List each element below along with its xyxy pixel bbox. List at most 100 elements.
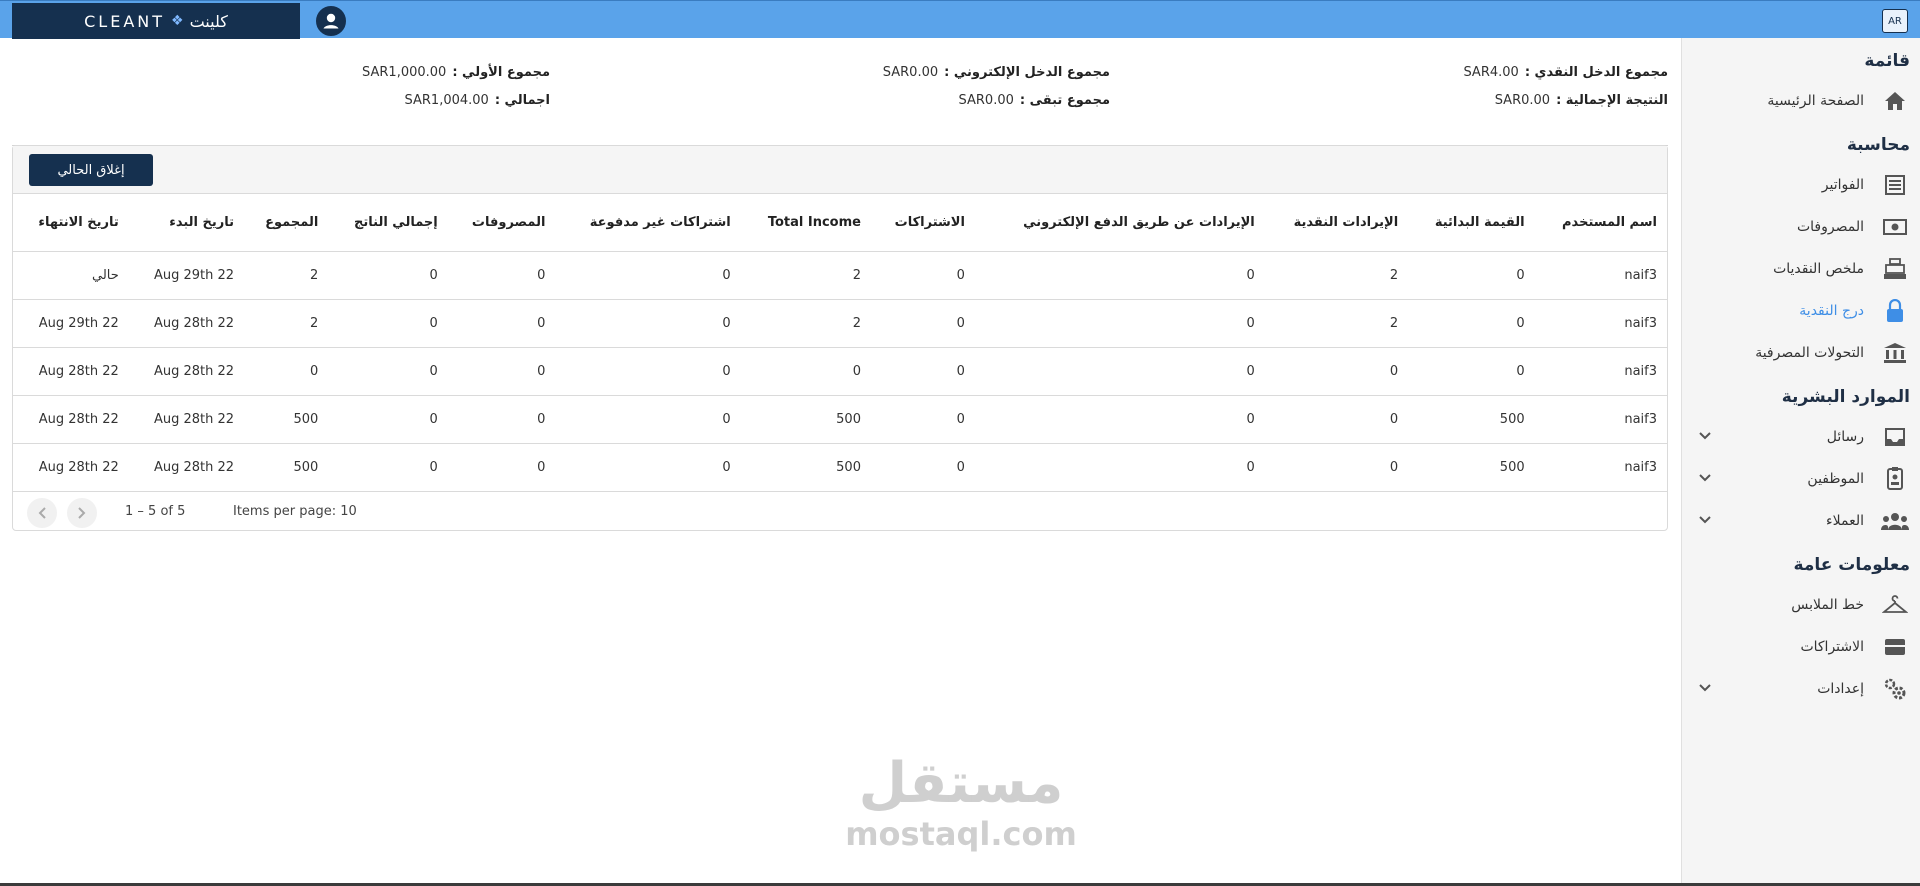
table-cell: 0	[447, 299, 556, 348]
table-cell: naif3	[1534, 395, 1667, 444]
table-cell: 0	[555, 299, 741, 348]
chevron-down-icon[interactable]	[1698, 681, 1712, 697]
table-cell: 0	[870, 443, 975, 492]
previous-page-button[interactable]	[27, 497, 57, 528]
page-range-label: 1 – 5 of 5	[125, 503, 186, 519]
logo-arabic: كلينت	[189, 11, 228, 31]
table-cell: naif3	[1534, 299, 1667, 348]
sidebar-item-label: ملخص النقديات	[1773, 261, 1864, 277]
table-row[interactable]: naif3 500 0 0 0 500 0 0 0 500 Aug 28th 22 Aug 28th …	[13, 395, 1667, 444]
column-header: تاريخ الانتهاء	[13, 194, 129, 252]
total-result-value: SAR0.00	[1494, 92, 1551, 108]
sidebar-item-employees[interactable]: الموظفين	[1682, 458, 1920, 500]
table-cell: Aug 29th 22	[128, 251, 245, 300]
section-title-menu: قائمة	[1864, 51, 1910, 71]
next-page-button[interactable]	[67, 497, 97, 528]
watermark-latin: mostaql.com	[845, 815, 1077, 853]
sidebar-item-clothing-line[interactable]: خط الملابس	[1682, 584, 1920, 626]
table-cell: 500	[244, 443, 329, 492]
sidebar-item-label: الصفحة الرئيسية	[1767, 93, 1864, 109]
table-cell: 0	[740, 347, 871, 396]
table-cell: 0	[328, 347, 448, 396]
group-icon	[1878, 511, 1912, 531]
top-bar: CLEANT ❖ كلينت AR	[0, 0, 1920, 39]
sidebar-item-label: العملاء	[1826, 513, 1864, 529]
table-cell: 0	[1408, 299, 1535, 348]
main-content: مجموع الدخل النقدي : SAR4.00 النتيجة الإ…	[0, 38, 1681, 883]
table-cell: 0	[447, 251, 556, 300]
chevron-down-icon[interactable]	[1698, 513, 1712, 529]
remaining-value: SAR0.00	[958, 92, 1014, 108]
sidebar-item-label: الفواتير	[1821, 177, 1864, 193]
table-cell: Aug 28th 22	[128, 299, 245, 348]
inbox-icon	[1878, 427, 1912, 447]
table-cell: Aug 28th 22	[128, 443, 245, 492]
table-cell: 0	[555, 395, 741, 444]
table-cell: 2	[1264, 299, 1409, 348]
column-header: المجموع	[244, 194, 329, 252]
sidebar-item-settings[interactable]: إعدادات	[1682, 668, 1920, 710]
table-cell: 0	[870, 251, 975, 300]
sidebar-item-expenses[interactable]: المصروفات	[1682, 206, 1920, 248]
sidebar: قائمة الصفحة الرئيسية محاسبة الفواتير ال…	[1681, 38, 1920, 883]
table-cell: 0	[974, 347, 1265, 396]
sidebar-item-label: رسائل	[1826, 429, 1864, 445]
sidebar-item-cash-summary[interactable]: ملخص النقديات	[1682, 248, 1920, 290]
logo-latin: CLEANT	[84, 11, 166, 31]
close-current-button[interactable]: إغلاق الحالي	[29, 154, 153, 186]
paginator: Items per page: 10 1 – 5 of 5	[13, 492, 1667, 532]
sidebar-item-subscriptions[interactable]: الاشتراكات	[1682, 626, 1920, 668]
table-cell: Aug 28th 22	[13, 443, 129, 492]
column-header: الإيرادات عن طريق الدفع الإلكتروني	[974, 194, 1265, 252]
sidebar-item-invoices[interactable]: الفواتير	[1682, 164, 1920, 206]
table-cell: Aug 28th 22	[128, 347, 245, 396]
cash-drawer-table-card: إغلاق الحالي اسم المستخدم القيمة البدائية…	[12, 145, 1668, 531]
table-cell: 2	[244, 299, 329, 348]
sidebar-item-label: خط الملابس	[1791, 597, 1864, 613]
items-per-page-select[interactable]: Items per page: 10	[233, 504, 357, 519]
sidebar-item-label: التحولات المصرفية	[1755, 345, 1864, 361]
table-cell: 500	[740, 443, 871, 492]
table-row[interactable]: naif3 500 0 0 0 500 0 0 0 500 Aug 28th 22 Aug 28th …	[13, 443, 1667, 492]
table-row[interactable]: naif3 0 0 0 0 0 0 0 0 0 Aug 28th 22 Aug 28th 22	[13, 347, 1667, 396]
table-cell: 0	[870, 347, 975, 396]
table-cell: 0	[1408, 347, 1535, 396]
invoice-icon	[1878, 174, 1912, 196]
chevron-right-icon	[78, 506, 86, 519]
logo-diamond-icon: ❖	[171, 13, 184, 29]
table-cell: Aug 29th 22	[13, 299, 129, 348]
sidebar-item-bank-transfers[interactable]: التحولات المصرفية	[1682, 332, 1920, 374]
sidebar-item-customers[interactable]: العملاء	[1682, 500, 1920, 542]
table-row[interactable]: naif3 0 2 0 0 2 0 0 0 2 Aug 28th 22 Aug 29th 22	[13, 299, 1667, 348]
table-cell: 0	[1264, 395, 1409, 444]
table-cell: 500	[244, 395, 329, 444]
table-body: naif3 0 2 0 0 2 0 0 0 2 Aug 29th 22 حالي naif3 0 2 0 0 2 0…	[13, 251, 1667, 492]
table-cell: 0	[974, 299, 1265, 348]
table-row[interactable]: naif3 0 2 0 0 2 0 0 0 2 Aug 29th 22 حالي	[13, 251, 1667, 300]
table-cell: 0	[328, 395, 448, 444]
cash-drawer-summary: مجموع الدخل النقدي : SAR4.00 النتيجة الإ…	[12, 58, 1668, 146]
electronic-income-value: SAR0.00	[882, 64, 939, 80]
sidebar-item-messages[interactable]: رسائل	[1682, 416, 1920, 458]
register-icon	[1878, 258, 1912, 280]
table-cell: 2	[740, 251, 871, 300]
profile-button[interactable]	[316, 6, 346, 36]
table-cell: naif3	[1534, 251, 1667, 300]
sidebar-item-cash-drawer[interactable]: درج النقدية	[1682, 290, 1920, 332]
summary-column-electronic: مجموع الدخل الإلكتروني : SAR0.00 مجموع ت…	[590, 58, 1110, 114]
summary-column-initial: مجموع الأولي : SAR1,000.00 اجمالي : SAR1…	[30, 58, 550, 114]
language-button[interactable]: AR	[1882, 9, 1908, 33]
table-cell: 0	[447, 395, 556, 444]
sidebar-item-home[interactable]: الصفحة الرئيسية	[1682, 80, 1920, 122]
grand-total-label: اجمالي :	[494, 92, 550, 108]
app-logo[interactable]: CLEANT ❖ كلينت	[12, 3, 300, 39]
table-cell: 0	[1408, 251, 1535, 300]
table-cell: 2	[740, 299, 871, 348]
chevron-down-icon[interactable]	[1698, 471, 1712, 487]
table-cell: 0	[870, 299, 975, 348]
total-result-label: النتيجة الإجمالية :	[1556, 92, 1668, 108]
chevron-down-icon[interactable]	[1698, 429, 1712, 445]
table-cell: Aug 28th 22	[13, 347, 129, 396]
cash-income-value: SAR4.00	[1463, 64, 1519, 80]
initial-value: SAR1,000.00	[362, 64, 447, 80]
